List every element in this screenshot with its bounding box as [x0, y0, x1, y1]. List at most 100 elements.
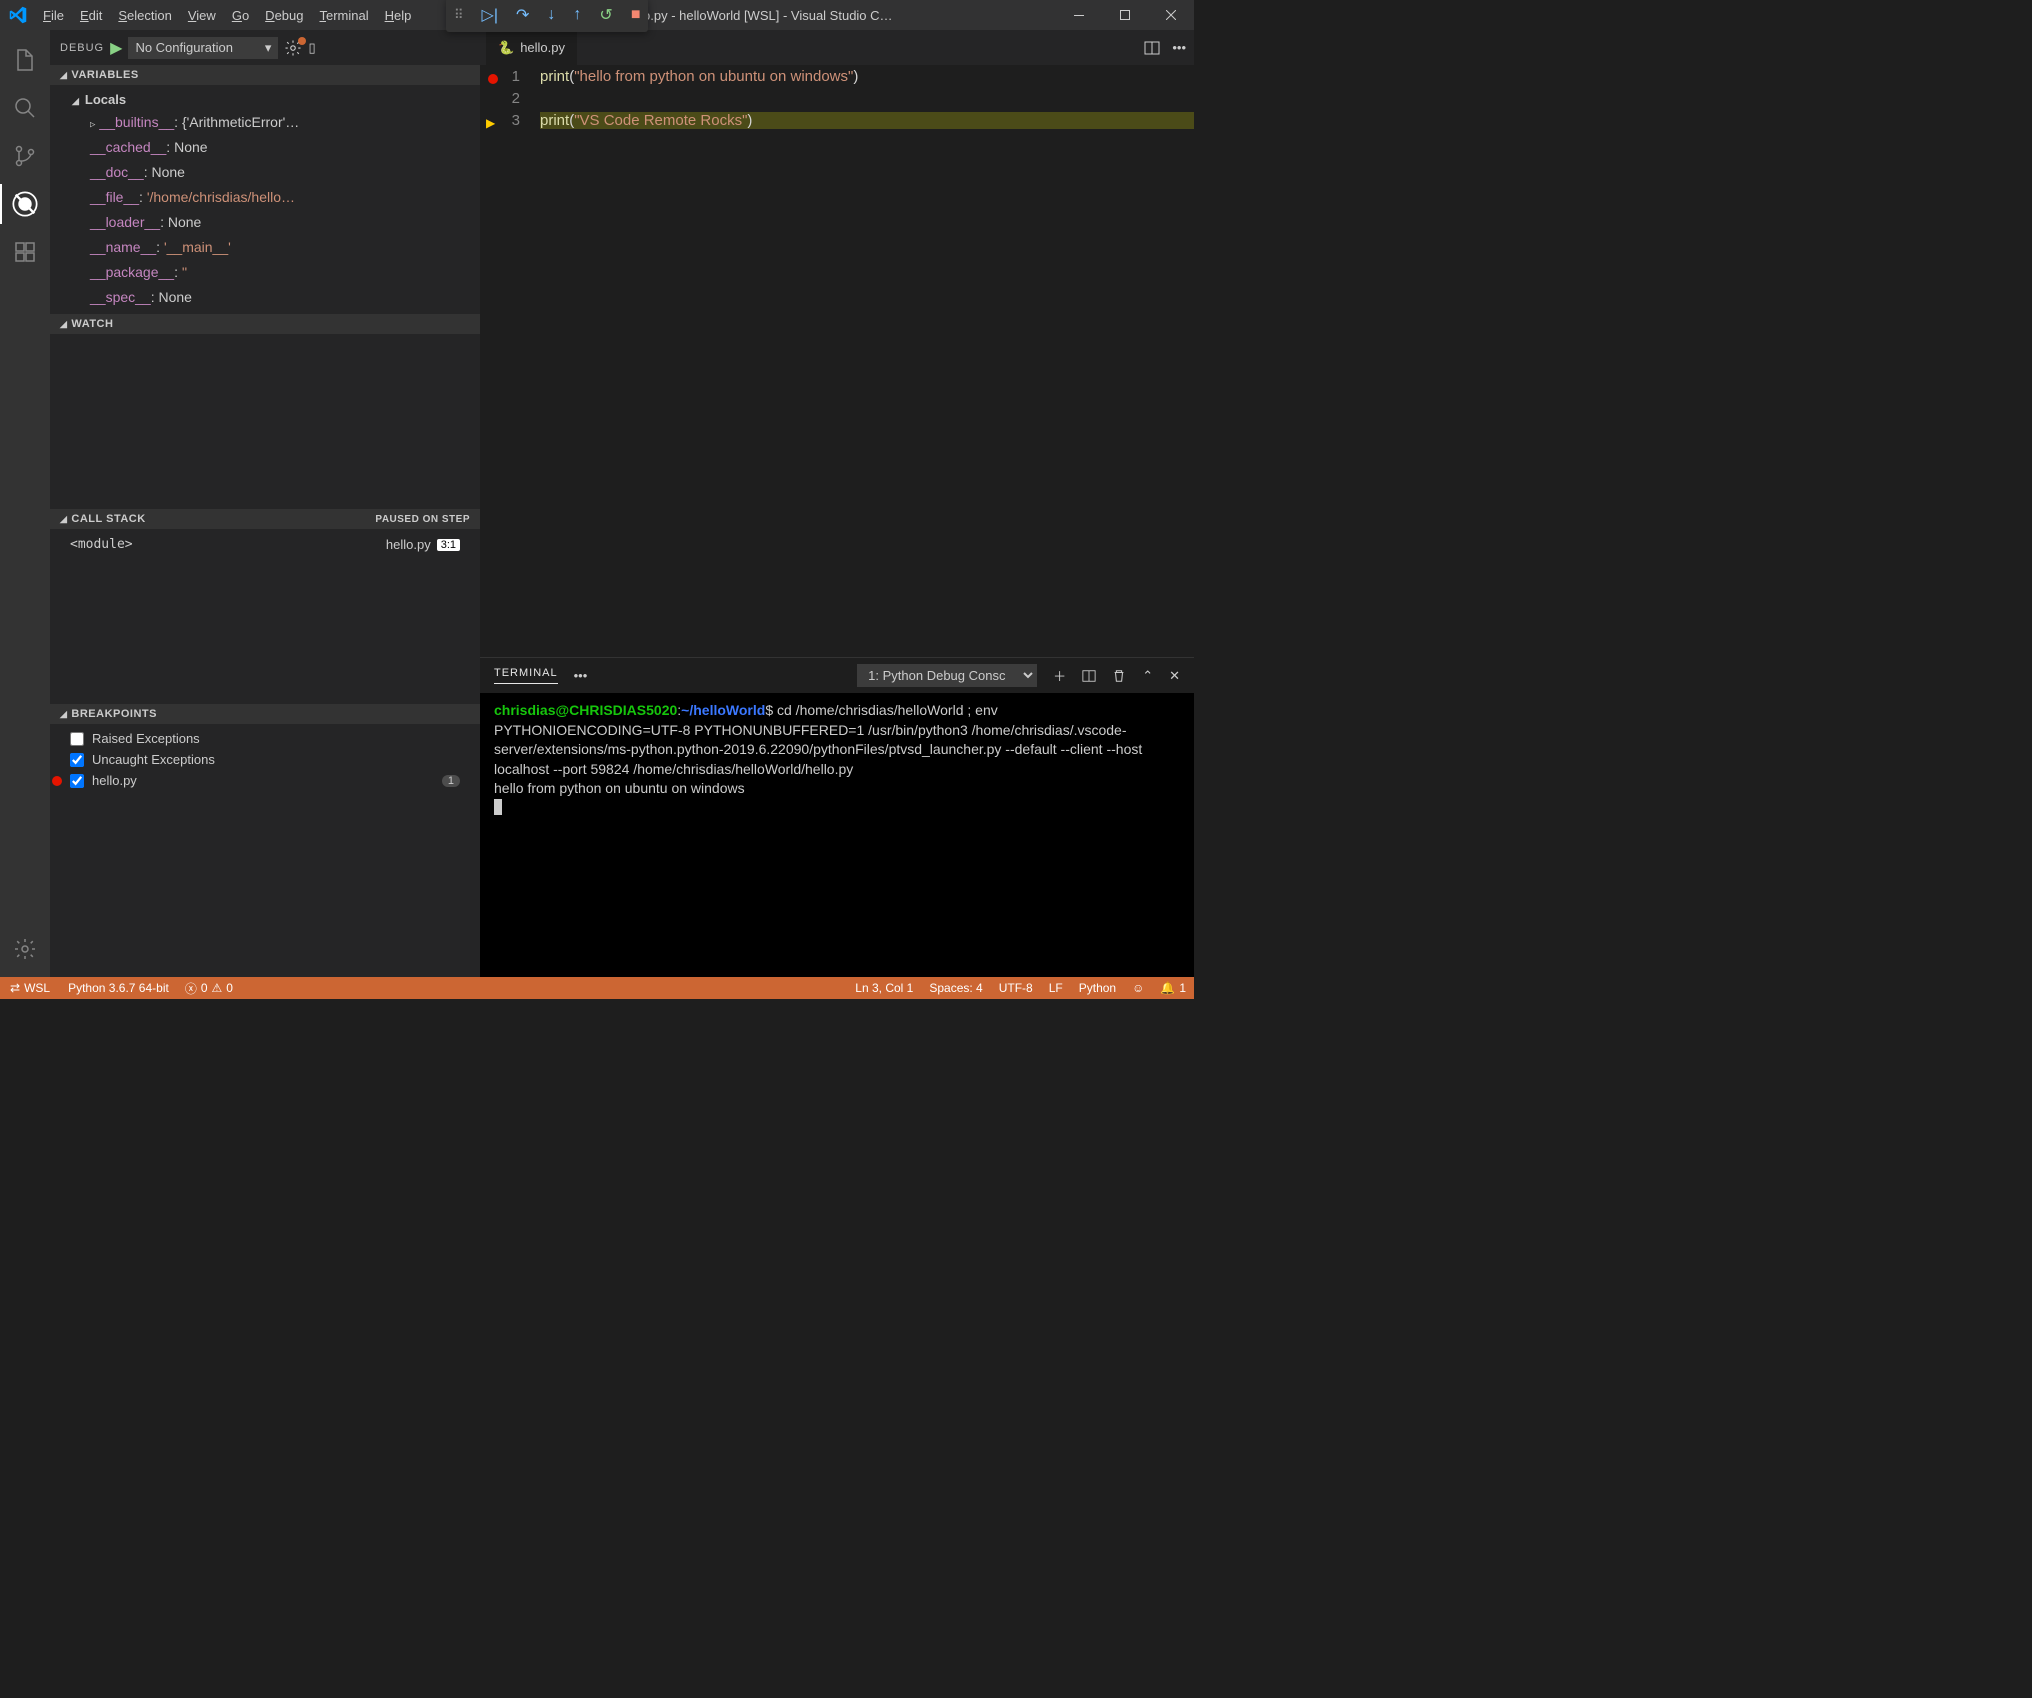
kill-terminal-icon[interactable] — [1112, 669, 1126, 683]
encoding[interactable]: UTF-8 — [991, 977, 1041, 999]
debug-settings-icon[interactable] — [284, 39, 302, 57]
terminal-body[interactable]: chrisdias@CHRISDIAS5020:~/helloWorld$ cd… — [480, 693, 1194, 977]
notifications-icon[interactable]: 🔔1 — [1152, 977, 1194, 999]
continue-icon[interactable]: ▷| — [482, 5, 498, 25]
code-editor[interactable]: 1print("hello from python on ubuntu on w… — [480, 65, 1194, 657]
breakpoint-file[interactable]: hello.py1 — [50, 770, 480, 791]
bp-checkbox[interactable] — [70, 732, 84, 746]
panel: TERMINAL ••• 1: Python Debug Consc ＋ ⌃ ✕… — [480, 657, 1194, 977]
cursor-position[interactable]: Ln 3, Col 1 — [847, 977, 921, 999]
maximize-panel-icon[interactable]: ⌃ — [1142, 668, 1153, 684]
activity-bar — [0, 30, 50, 977]
split-editor-icon[interactable] — [1144, 40, 1160, 56]
step-out-icon[interactable]: ↑ — [573, 6, 581, 24]
panel-more-icon[interactable]: ••• — [574, 668, 588, 683]
more-actions-icon[interactable]: ••• — [1172, 40, 1186, 55]
callstack-header[interactable]: ◢CALL STACKPAUSED ON STEP — [50, 509, 480, 529]
source-control-icon[interactable] — [0, 136, 50, 176]
warning-icon: ⚠ — [212, 981, 223, 995]
terminal-cursor — [494, 799, 502, 815]
maximize-button[interactable] — [1102, 0, 1148, 30]
error-icon: ⓧ — [185, 980, 197, 997]
python-file-icon: 🐍 — [498, 40, 514, 56]
step-over-icon[interactable]: ↷ — [516, 5, 529, 25]
menu-terminal[interactable]: Terminal — [311, 8, 376, 23]
remote-icon: ⇄ — [10, 981, 20, 995]
debug-start-icon[interactable]: ▶ — [110, 38, 122, 58]
menu-debug[interactable]: Debug — [257, 8, 311, 23]
language-mode[interactable]: Python — [1071, 977, 1124, 999]
close-button[interactable] — [1148, 0, 1194, 30]
menu-go[interactable]: Go — [224, 8, 257, 23]
close-panel-icon[interactable]: ✕ — [1169, 668, 1180, 684]
remote-indicator[interactable]: ⇄WSL — [0, 977, 60, 999]
variable-item[interactable]: __cached__: None — [50, 135, 480, 160]
debug-label: DEBUG — [60, 42, 104, 54]
vscode-logo-icon — [0, 6, 35, 24]
breakpoint-uncaught[interactable]: Uncaught Exceptions — [50, 749, 480, 770]
breakpoints-body: Raised Exceptions Uncaught Exceptions he… — [50, 724, 480, 795]
new-terminal-icon[interactable]: ＋ — [1053, 666, 1066, 685]
debug-toolbar: ⠿ ▷| ↷ ↓ ↑ ↺ ■ — [446, 0, 648, 32]
breakpoint-raised[interactable]: Raised Exceptions — [50, 728, 480, 749]
search-icon[interactable] — [0, 88, 50, 128]
callstack-body: <module> hello.py 3:1 — [50, 529, 480, 704]
window-controls — [1056, 0, 1194, 30]
settings-badge-icon — [298, 37, 306, 45]
breakpoint-count: 1 — [442, 775, 460, 787]
editor-actions: ••• — [1144, 30, 1194, 65]
terminal-tab[interactable]: TERMINAL — [494, 667, 558, 684]
settings-gear-icon[interactable] — [0, 929, 50, 969]
stack-frame[interactable]: <module> hello.py 3:1 — [50, 533, 480, 556]
python-interpreter[interactable]: Python 3.6.7 64-bit — [60, 977, 177, 999]
stop-icon[interactable]: ■ — [631, 6, 641, 24]
terminal-user: chrisdias@CHRISDIAS5020 — [494, 702, 677, 718]
extensions-icon[interactable] — [0, 232, 50, 272]
terminal-select[interactable]: 1: Python Debug Consc — [857, 664, 1037, 687]
debug-icon[interactable] — [0, 184, 50, 224]
menu-view[interactable]: View — [180, 8, 224, 23]
twistie-icon: ◢ — [60, 514, 67, 525]
variable-item[interactable]: __loader__: None — [50, 210, 480, 235]
menu-selection[interactable]: Selection — [110, 8, 179, 23]
terminal-output: hello from python on ubuntu on windows — [494, 779, 1180, 799]
variables-scope[interactable]: Locals — [50, 89, 480, 110]
variables-header[interactable]: ◢VARIABLES — [50, 65, 480, 85]
menubar: File Edit Selection View Go Debug Termin… — [35, 8, 419, 23]
variable-item[interactable]: __name__: '__main__' — [50, 235, 480, 260]
menu-edit[interactable]: Edit — [72, 8, 110, 23]
editor-area: ⠿ ▷| ↷ ↓ ↑ ↺ ■ 🐍 hello.py ••• 1print("he… — [480, 30, 1194, 977]
editor-line[interactable]: 1print("hello from python on ubuntu on w… — [480, 65, 1194, 87]
breakpoints-header[interactable]: ◢BREAKPOINTS — [50, 704, 480, 724]
explorer-icon[interactable] — [0, 40, 50, 80]
menu-help[interactable]: Help — [377, 8, 420, 23]
variable-item[interactable]: __file__: '/home/chrisdias/hello… — [50, 185, 480, 210]
editor-line[interactable]: ▶3print("VS Code Remote Rocks") — [480, 109, 1194, 131]
variable-item[interactable]: __spec__: None — [50, 285, 480, 310]
editor-line[interactable]: 2 — [480, 87, 1194, 109]
restart-icon[interactable]: ↺ — [599, 5, 612, 25]
grip-icon[interactable]: ⠿ — [454, 7, 464, 23]
editor-tab[interactable]: 🐍 hello.py — [486, 30, 577, 65]
debug-config-select[interactable]: No Configuration ▾ — [128, 37, 278, 59]
watch-header[interactable]: ◢WATCH — [50, 314, 480, 334]
panel-header: TERMINAL ••• 1: Python Debug Consc ＋ ⌃ ✕ — [480, 658, 1194, 693]
debug-console-icon[interactable]: ▯ — [308, 40, 315, 56]
variable-item[interactable]: __builtins__: {'ArithmeticError'… — [50, 110, 480, 135]
frame-file: hello.py — [386, 537, 431, 552]
bp-checkbox[interactable] — [70, 774, 84, 788]
step-into-icon[interactable]: ↓ — [547, 6, 555, 24]
frame-position: 3:1 — [437, 539, 460, 551]
eol[interactable]: LF — [1041, 977, 1071, 999]
tab-label: hello.py — [520, 40, 565, 55]
problems-indicator[interactable]: ⓧ0 ⚠0 — [177, 977, 241, 999]
split-terminal-icon[interactable] — [1082, 669, 1096, 683]
minimize-button[interactable] — [1056, 0, 1102, 30]
variable-item[interactable]: __package__: '' — [50, 260, 480, 285]
menu-file[interactable]: File — [35, 8, 72, 23]
feedback-icon[interactable]: ☺ — [1124, 977, 1152, 999]
indentation[interactable]: Spaces: 4 — [921, 977, 990, 999]
terminal-path: ~/helloWorld — [681, 702, 765, 718]
bp-checkbox[interactable] — [70, 753, 84, 767]
variable-item[interactable]: __doc__: None — [50, 160, 480, 185]
